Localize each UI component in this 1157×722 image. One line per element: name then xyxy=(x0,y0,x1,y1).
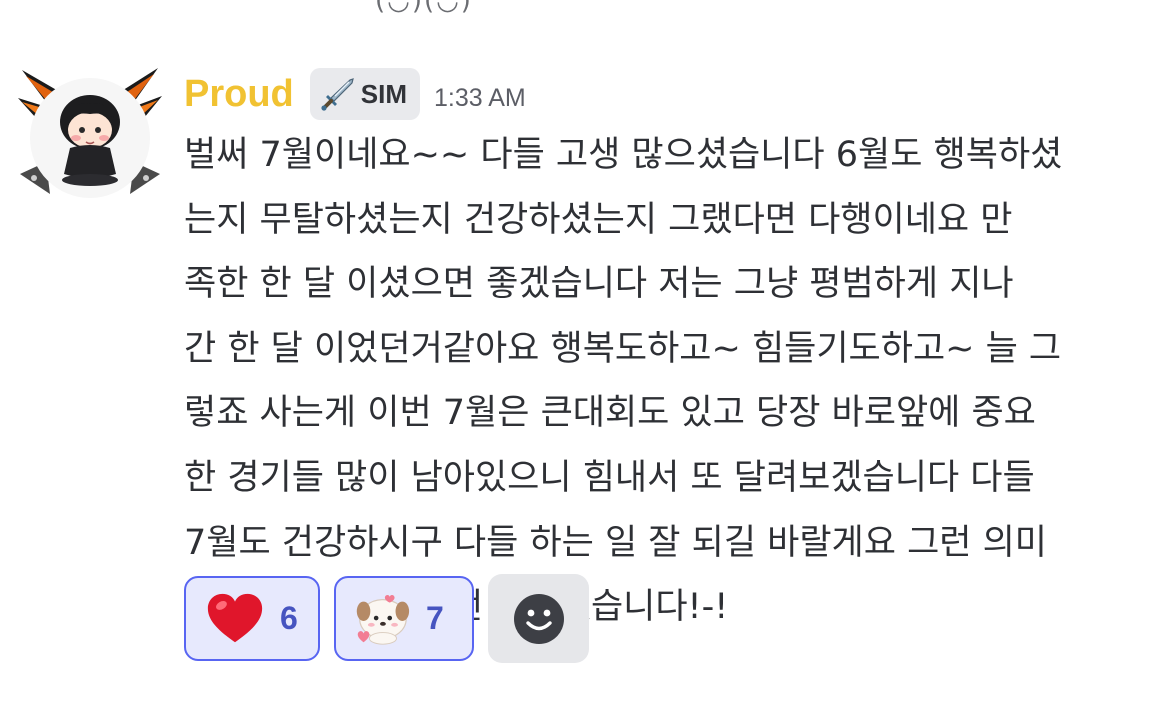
heart-icon xyxy=(207,593,263,642)
chibi-character xyxy=(60,95,120,186)
message-line: 간 한 달 이었던거같아요 행복도하고~ 힘들기도하고~ 늘 그 xyxy=(184,328,1062,369)
reaction-count: 6 xyxy=(280,600,298,636)
avatar[interactable] xyxy=(16,62,164,210)
timestamp[interactable]: 1:33 AM xyxy=(434,84,526,113)
message-line: 는지 무탈하셨는지 건강하셨는지 그랬다면 다행이네요 만 xyxy=(184,199,1013,240)
username[interactable]: Proud xyxy=(184,75,294,113)
message-content: 벌써 7월이네요~~ 다들 고생 많으셨습니다 6월도 행복하셨 는지 무탈하셨… xyxy=(184,123,1144,640)
message-line: 한 경기들 많이 남아있으니 힘내서 또 달려보겠습니다 다들 xyxy=(184,457,1035,498)
message-line: 벌써 7월이네요~~ 다들 고생 많으셨습니다 6월도 행복하셨 xyxy=(184,135,1063,175)
puppy-heart-icon xyxy=(356,594,410,645)
reaction-heart[interactable]: 6 xyxy=(184,576,320,661)
message-header: Proud SIM 1:33 AM xyxy=(184,66,526,122)
message-line: 렇죠 사는게 이번 7월은 큰대회도 있고 당장 바로앞에 중요 xyxy=(184,393,1036,434)
reaction-puppy[interactable]: 7 xyxy=(334,576,474,661)
role-label: SIM xyxy=(360,78,408,109)
message-line: 족한 한 달 이셨으면 좋겠습니다 저는 그냥 평범하게 지나 xyxy=(184,264,1014,305)
reactions-bar: 6 7 xyxy=(184,574,589,663)
add-reaction-button[interactable] xyxy=(488,574,589,663)
reaction-count: 7 xyxy=(426,600,444,636)
previous-message-fragment: (◡)(◡) xyxy=(375,0,473,16)
avatar-image xyxy=(18,68,162,198)
role-tag[interactable]: SIM xyxy=(309,68,421,120)
sword-icon xyxy=(321,78,354,111)
smiley-icon xyxy=(513,593,564,644)
message-line: 7월도 건강하시구 다들 하는 일 잘 되길 바랄게요 그런 의미 xyxy=(184,522,1047,563)
chat-view: (◡)(◡) Proud SIM 1:33 AM 벌써 7월이네요~~ 다들 고… xyxy=(0,0,1157,722)
